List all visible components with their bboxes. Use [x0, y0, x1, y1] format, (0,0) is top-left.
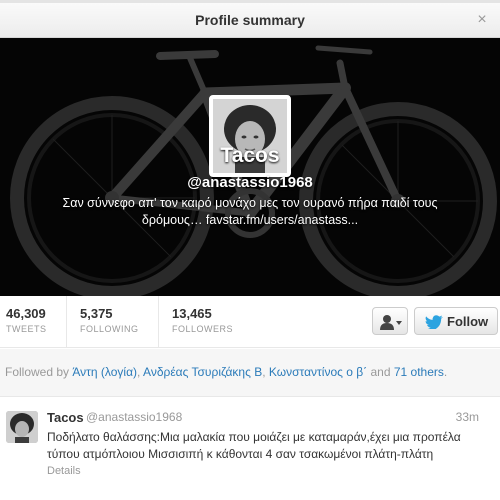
profile-bio: Σαν σύννεφο απ' τον καιρό μονάχο μες τον… — [28, 195, 472, 229]
profile-name: Tacos — [220, 144, 280, 167]
separator: . — [443, 365, 448, 379]
stat-label: FOLLOWING — [80, 324, 139, 334]
profile-bio-line: δρόμους… favstar.fm/users/anastass... — [141, 213, 359, 227]
stat-label: TWEETS — [6, 324, 47, 334]
profile-banner: Tacos @anastassio1968 Σαν σύννεφο απ' το… — [0, 38, 500, 296]
follower-link[interactable]: Ανδρέας Τσυριζάκης Β — [143, 365, 262, 379]
others-link[interactable]: 71 others — [394, 365, 444, 379]
follower-link[interactable]: Άντη (λογία) — [72, 365, 137, 379]
tweet-author-handle[interactable]: @anastassio1968 — [86, 410, 182, 424]
follow-button[interactable]: Follow — [414, 307, 498, 335]
follow-button-label: Follow — [447, 314, 489, 329]
profile-handle: @anastassio1968 — [187, 174, 313, 191]
tweet-author-name[interactable]: Tacos — [47, 410, 84, 425]
followed-by-line: Followed by Άντη (λογία), Ανδρέας Τσυριζ… — [5, 365, 447, 379]
tweet-avatar[interactable] — [6, 411, 38, 443]
twitter-bird-icon — [425, 315, 443, 329]
followed-by-section: Followed by Άντη (λογία), Ανδρέας Τσυριζ… — [0, 349, 500, 397]
follower-link[interactable]: Κωνσταντίνος ο β΄ — [269, 365, 367, 379]
user-dropdown-icon — [380, 315, 402, 330]
profile-bio-line: Σαν σύννεφο απ' τον καιρό μονάχο μες τον… — [62, 196, 438, 210]
tweet-text: Ποδήλατο θαλάσσης:Μια μαλακία που μοιάζε… — [47, 430, 461, 461]
modal-header: Profile summary × — [0, 3, 500, 38]
avatar-photo — [6, 411, 38, 443]
stat-followers[interactable]: 13,465 FOLLOWERS — [172, 306, 233, 334]
stat-value: 46,309 — [6, 306, 46, 321]
profile-summary-modal: Profile summary × Tacos @anastassio1968 … — [0, 0, 500, 500]
tweet-timestamp[interactable]: 33m — [456, 410, 479, 424]
close-icon[interactable]: × — [474, 12, 490, 28]
stat-following[interactable]: 5,375 FOLLOWING — [80, 306, 139, 334]
stat-value: 13,465 — [172, 306, 212, 321]
stat-value: 5,375 — [80, 306, 113, 321]
divider — [66, 296, 67, 348]
followed-by-prefix: Followed by — [5, 365, 70, 379]
stat-label: FOLLOWERS — [172, 324, 234, 334]
modal-title: Profile summary — [195, 12, 305, 28]
separator: and — [367, 365, 394, 379]
divider — [158, 296, 159, 348]
stat-tweets[interactable]: 46,309 TWEETS — [6, 306, 47, 334]
separator: , — [262, 365, 269, 379]
user-actions-button[interactable] — [372, 307, 408, 335]
tweet-item[interactable]: Tacos @anastassio1968 33m Ποδήλατο θαλάσ… — [0, 398, 500, 500]
tweet-details-link[interactable]: Details — [47, 465, 81, 477]
